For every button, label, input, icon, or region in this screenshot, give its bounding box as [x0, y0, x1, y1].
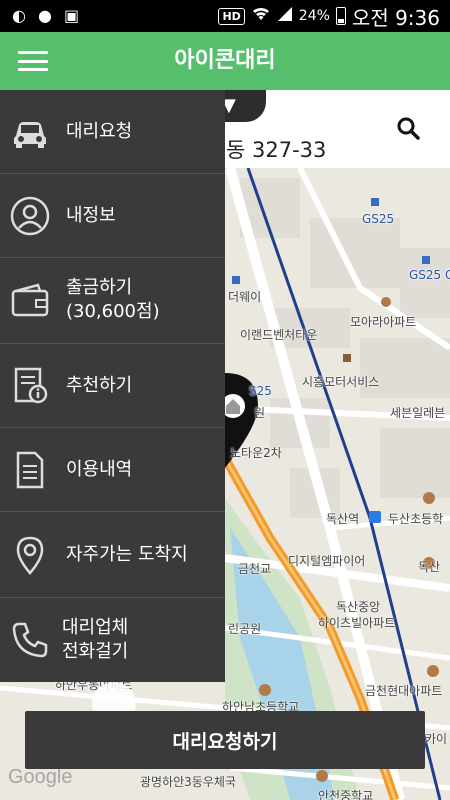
drawer-item-label: 대리업체 전화걸기	[62, 616, 128, 664]
drawer-item-withdraw[interactable]: 출금하기 (30,600점)	[0, 258, 225, 344]
request-driver-button[interactable]: 대리요청하기	[25, 711, 425, 769]
withdraw-label: 출금하기	[66, 277, 133, 298]
app-title: 아이콘대리	[174, 48, 276, 73]
current-address: 동 327-33	[226, 138, 327, 162]
drawer-item-request[interactable]: 대리요청	[0, 90, 225, 174]
map-label: 독산	[418, 560, 441, 574]
drawer-item-call-company[interactable]: 대리업체 전화걸기	[0, 598, 225, 682]
map-label: 린공원	[228, 622, 262, 636]
map-label: 더웨이	[228, 290, 262, 304]
map-label: 독산역	[326, 512, 360, 526]
app-notification-icon: ◐	[12, 6, 26, 25]
hd-badge: HD	[218, 7, 245, 25]
navigation-drawer: 대리요청 내정보 출금하기 (30,600점) 추천하기 이용내역 자주가는 도…	[0, 90, 225, 682]
map-label: 하이츠빌아파트	[318, 616, 396, 630]
drawer-item-label: 이용내역	[66, 459, 133, 480]
recommend-icon	[14, 367, 48, 404]
signal-icon	[277, 6, 293, 26]
call-company-label: 대리업체	[62, 617, 129, 638]
drawer-item-profile[interactable]: 내정보	[0, 174, 225, 258]
map-label: 금천현대아파트	[365, 684, 443, 698]
document-icon	[16, 451, 44, 489]
drawer-item-recommend[interactable]: 추천하기	[0, 344, 225, 428]
google-logo: Google	[8, 766, 73, 788]
status-bar: ◐ ● ▣ HD 24% 오전 9:36	[0, 0, 450, 32]
location-pin-icon	[16, 536, 44, 575]
wallet-icon	[11, 283, 49, 317]
map-label: 독산중앙	[336, 600, 381, 614]
hamburger-menu-icon[interactable]	[18, 51, 48, 71]
map-label: S25	[249, 384, 272, 398]
map-label: 원	[254, 406, 266, 420]
battery-icon	[335, 7, 346, 25]
drawer-item-label: 대리요청	[66, 121, 133, 142]
map-label: 이랜드벤처타운	[240, 328, 318, 342]
map-label: 모아라아파트	[350, 315, 417, 329]
drawer-item-frequent-destinations[interactable]: 자주가는 도착지	[0, 512, 225, 598]
drawer-item-label: 내정보	[66, 205, 116, 226]
clock: 오전 9:36	[351, 5, 440, 30]
map-label: 노타운2차	[230, 446, 282, 460]
map-label: GS25 G	[409, 268, 450, 282]
search-icon[interactable]	[396, 116, 420, 140]
wifi-icon	[251, 6, 271, 26]
drawer-item-label: 자주가는 도착지	[66, 544, 188, 565]
map-label: 세븐일레븐	[390, 406, 446, 420]
drawer-item-label: 출금하기 (30,600점)	[66, 276, 160, 324]
app-bar: 아이콘대리	[0, 32, 450, 90]
map-label: 광명하안3동우체국	[140, 775, 236, 789]
user-icon	[10, 196, 50, 236]
battery-percent: 24%	[298, 8, 330, 24]
map-label: 시흥모터서비스	[302, 375, 380, 389]
phone-icon	[12, 622, 48, 658]
map-label: 안천중학교	[318, 789, 374, 800]
drawer-item-history[interactable]: 이용내역	[0, 428, 225, 512]
map-label: 금천교	[238, 562, 272, 576]
bus-icon: ▣	[63, 6, 80, 25]
points-balance: (30,600점)	[66, 301, 160, 322]
car-icon	[14, 122, 46, 148]
drawer-item-label: 추천하기	[66, 375, 133, 396]
map-label: 두산초등학	[388, 512, 444, 526]
map-label: 카이	[425, 732, 448, 746]
call-company-sublabel: 전화걸기	[62, 641, 129, 662]
map-label: GS25	[362, 212, 395, 226]
map-label: 디지털엠파이어	[288, 554, 366, 568]
location-icon: ●	[37, 6, 52, 25]
